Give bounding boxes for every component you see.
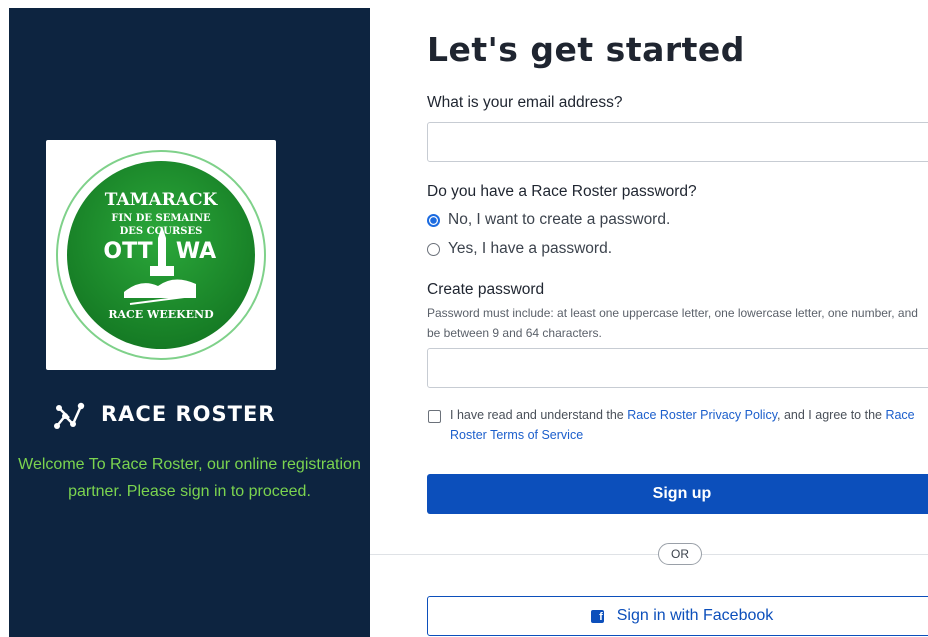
password-question: Do you have a Race Roster password? <box>427 183 697 200</box>
terms-agreement: I have read and understand the Race Rost… <box>450 405 928 445</box>
option-create-label: No, I want to create a password. <box>448 211 671 228</box>
left-panel: TAMARACK FIN DE SEMAINE DES COURSES OTT … <box>9 8 370 637</box>
password-input[interactable] <box>427 348 928 388</box>
divider <box>370 554 928 555</box>
terms-checkbox[interactable] <box>428 410 441 423</box>
option-have-label: Yes, I have a password. <box>448 240 612 257</box>
brand-name: RACE ROSTER <box>101 402 276 426</box>
create-password-label: Create password <box>427 281 545 298</box>
logo-line-1: TAMARACK <box>105 190 219 210</box>
facebook-button-label: Sign in with Facebook <box>616 607 774 624</box>
welcome-message: Welcome To Race Roster, our online regis… <box>18 456 361 500</box>
password-requirements: Password must include: at least one uppe… <box>427 306 918 340</box>
email-input[interactable] <box>427 122 928 162</box>
radio-unselected[interactable] <box>427 242 440 256</box>
agree-prefix: I have read and understand the <box>450 408 628 422</box>
option-create-password[interactable]: No, I want to create a password. <box>427 211 670 229</box>
facebook-icon: f <box>590 609 604 623</box>
race-roster-brand: RACE ROSTER <box>51 392 331 436</box>
agree-middle: , and I agree to the <box>777 408 886 422</box>
signup-form: Let's get started What is your email add… <box>370 0 928 637</box>
option-have-password[interactable]: Yes, I have a password. <box>427 240 612 258</box>
sign-up-button[interactable]: Sign up <box>427 474 928 514</box>
logo-city-right: WA <box>176 239 216 264</box>
facebook-sign-in-button[interactable]: f Sign in with Facebook <box>427 596 928 636</box>
logo-bottom-text: RACE WEEKEND <box>108 308 214 321</box>
radio-selected[interactable] <box>427 213 440 227</box>
privacy-policy-link[interactable]: Race Roster Privacy Policy <box>627 408 777 422</box>
event-logo: TAMARACK FIN DE SEMAINE DES COURSES OTT … <box>46 140 276 370</box>
race-roster-logo-icon <box>54 402 85 429</box>
logo-city-left: OTT <box>103 239 152 264</box>
email-label: What is your email address? <box>427 94 623 111</box>
logo-line-2: FIN DE SEMAINE <box>111 213 211 224</box>
or-separator: OR <box>658 543 702 565</box>
page-title: Let's get started <box>427 30 745 69</box>
